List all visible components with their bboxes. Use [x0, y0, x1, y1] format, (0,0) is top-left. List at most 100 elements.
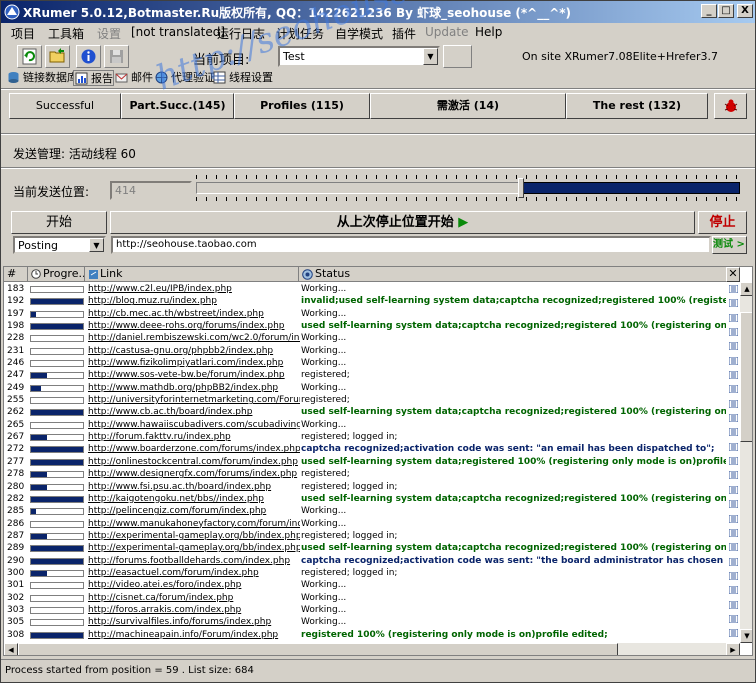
row-link[interactable]: http://survivalfiles.info/forums/index.p…: [88, 616, 300, 628]
row-link[interactable]: http://www.deee-rohs.org/forums/index.ph…: [88, 320, 300, 332]
project-extra-button[interactable]: [443, 45, 472, 68]
row-link[interactable]: http://www.fsi.psu.ac.th/board/index.php: [88, 481, 300, 493]
minimize-button[interactable]: _: [701, 4, 717, 18]
mode-select[interactable]: Posting ▼: [13, 236, 106, 254]
tab-proxy-check[interactable]: 代理验证: [154, 70, 215, 86]
table-row[interactable]: 302 http://cisnet.ca/forum/index.php Worki…: [4, 592, 726, 604]
chevron-down-icon[interactable]: ▼: [423, 48, 438, 65]
menu-not-translated[interactable]: [not translated]: [131, 25, 225, 39]
table-row[interactable]: 282 http://kaigotengoku.net/bbs//index.ph…: [4, 493, 726, 505]
successful-button[interactable]: Successful: [9, 93, 121, 119]
row-link[interactable]: http://www.hawaiiscubadivers.com/scubadi…: [88, 419, 300, 431]
row-details-icon[interactable]: [726, 285, 740, 297]
tab-mail[interactable]: 邮件: [114, 70, 153, 86]
info-button[interactable]: [76, 45, 101, 68]
partial-success-button[interactable]: Part.Succ.(145): [121, 93, 234, 119]
vertical-scroll-thumb[interactable]: [740, 312, 752, 442]
row-details-icon[interactable]: [726, 586, 740, 598]
table-row[interactable]: 285 http://pelincengiz.com/forum/index.ph…: [4, 505, 726, 517]
open-folder-button[interactable]: [45, 45, 70, 68]
scroll-down-icon[interactable]: ▼: [740, 629, 752, 643]
row-details-icon[interactable]: [726, 299, 740, 311]
menu-plugins[interactable]: 插件: [392, 25, 416, 42]
row-link[interactable]: http://daniel.rembiszewski.com/wc2.0/for…: [88, 332, 300, 344]
position-slider[interactable]: [196, 175, 746, 203]
row-details-icon[interactable]: [726, 356, 740, 369]
project-select[interactable]: Test ▼: [278, 46, 440, 67]
row-details-icon[interactable]: [726, 385, 740, 397]
row-link[interactable]: http://www.manukahoneyfactory.com/forum/…: [88, 518, 300, 530]
table-row[interactable]: 277 http://onlinestockcentral.com/forum/i…: [4, 456, 726, 468]
menu-settings[interactable]: 设置: [97, 25, 121, 42]
table-row[interactable]: 300 http://easactuel.com/forum/index.php r…: [4, 567, 726, 579]
row-link[interactable]: http://www.sos-vete-bw.be/forum/index.ph…: [88, 369, 300, 381]
row-link[interactable]: http://cb.mec.ac.th/wbstreet/index.php: [88, 308, 300, 320]
table-row[interactable]: 280 http://www.fsi.psu.ac.th/board/index.…: [4, 481, 726, 493]
close-grid-icon[interactable]: ✕: [726, 267, 740, 282]
menu-update[interactable]: Update: [425, 25, 468, 39]
row-link[interactable]: http://onlinestockcentral.com/forum/inde…: [88, 456, 300, 468]
row-link[interactable]: http://experimental-gameplay.org/bb/inde…: [88, 542, 300, 554]
table-row[interactable]: 308 http://machineapain.info/Forum/index.…: [4, 629, 726, 641]
row-details-icon[interactable]: [726, 514, 740, 527]
row-link[interactable]: http://www.boarderzone.com/forums/index.…: [88, 443, 300, 455]
bug-button[interactable]: [714, 93, 747, 119]
test-button[interactable]: 测试 >>>: [712, 236, 747, 254]
table-row[interactable]: 249 http://www.mathdb.org/phpBB2/index.ph…: [4, 382, 726, 394]
menu-help[interactable]: Help: [475, 25, 502, 39]
table-row[interactable]: 301 http://video.atei.es/foro/index.php Wo…: [4, 579, 726, 591]
row-link[interactable]: http://kaigotengoku.net/bbs//index.php: [88, 493, 300, 505]
table-row[interactable]: 231 http://castusa-gnu.org/phpbb2/index.p…: [4, 345, 726, 357]
table-row[interactable]: 290 http://forums.footballdehards.com/ind…: [4, 555, 726, 567]
row-link[interactable]: http://www.c2l.eu/IPB/index.php: [88, 283, 300, 295]
table-row[interactable]: 262 http://www.cb.ac.th/board/index.php us…: [4, 406, 726, 418]
row-link[interactable]: http://video.atei.es/foro/index.php: [88, 579, 300, 591]
row-details-icon[interactable]: [726, 471, 740, 483]
table-row[interactable]: 197 http://cb.mec.ac.th/wbstreet/index.ph…: [4, 308, 726, 320]
url-input[interactable]: http://seohouse.taobao.com: [111, 236, 711, 254]
column-header-status[interactable]: Status: [299, 267, 740, 282]
menu-selflearn[interactable]: 自学模式: [335, 25, 383, 42]
row-details-icon[interactable]: [726, 457, 740, 469]
row-link[interactable]: http://cisnet.ca/forum/index.php: [88, 592, 300, 604]
row-details-icon[interactable]: [726, 557, 740, 570]
menu-toolbox[interactable]: 工具箱: [48, 25, 84, 42]
row-link[interactable]: http://pelincengiz.com/forum/index.php: [88, 505, 300, 517]
row-details-icon[interactable]: [726, 442, 740, 455]
maximize-button[interactable]: □: [718, 4, 734, 18]
table-row[interactable]: 267 http://forum.fakttv.ru/index.php regis…: [4, 431, 726, 443]
table-row[interactable]: 278 http://www.designergfx.com/forums/ind…: [4, 468, 726, 480]
row-link[interactable]: http://www.fizikolimpiyatlari.com/index.…: [88, 357, 300, 369]
row-details-icon[interactable]: [726, 500, 740, 512]
table-row[interactable]: 265 http://www.hawaiiscubadivers.com/scub…: [4, 419, 726, 431]
table-row[interactable]: 255 http://universityforinternetmarketing…: [4, 394, 726, 406]
table-row[interactable]: 286 http://www.manukahoneyfactory.com/for…: [4, 518, 726, 530]
start-button[interactable]: 开始: [11, 211, 107, 234]
row-details-icon[interactable]: [726, 414, 740, 426]
row-link[interactable]: http://forums.footballdehards.com/index.…: [88, 555, 300, 567]
vertical-scrollbar[interactable]: ▲ ▼: [740, 282, 752, 643]
position-field[interactable]: 414: [110, 181, 192, 200]
row-details-icon[interactable]: [726, 528, 740, 541]
row-details-icon[interactable]: [726, 543, 740, 555]
row-link[interactable]: http://castusa-gnu.org/phpbb2/index.php: [88, 345, 300, 357]
table-row[interactable]: 183 http://www.c2l.eu/IPB/index.php Workin…: [4, 283, 726, 295]
row-details-icon[interactable]: [726, 571, 740, 584]
menu-schedule[interactable]: 计划任务: [276, 25, 324, 42]
chevron-down-icon[interactable]: ▼: [89, 238, 104, 252]
tab-report[interactable]: 报告: [73, 70, 114, 86]
row-details-icon[interactable]: [726, 428, 740, 440]
stop-button[interactable]: 停止: [698, 211, 747, 234]
row-details-icon[interactable]: [726, 342, 740, 354]
menu-project[interactable]: 项目: [11, 25, 35, 42]
scroll-right-icon[interactable]: ▶: [726, 643, 740, 655]
row-details-icon[interactable]: [726, 485, 740, 498]
table-row[interactable]: 289 http://experimental-gameplay.org/bb/i…: [4, 542, 726, 554]
row-link[interactable]: http://www.cb.ac.th/board/index.php: [88, 406, 300, 418]
close-button[interactable]: X: [737, 4, 753, 18]
column-header-link[interactable]: Link: [85, 267, 299, 282]
scroll-up-icon[interactable]: ▲: [740, 282, 752, 296]
table-row[interactable]: 305 http://survivalfiles.info/forums/inde…: [4, 616, 726, 628]
save-button[interactable]: [104, 45, 129, 68]
table-row[interactable]: 247 http://www.sos-vete-bw.be/forum/index…: [4, 369, 726, 381]
